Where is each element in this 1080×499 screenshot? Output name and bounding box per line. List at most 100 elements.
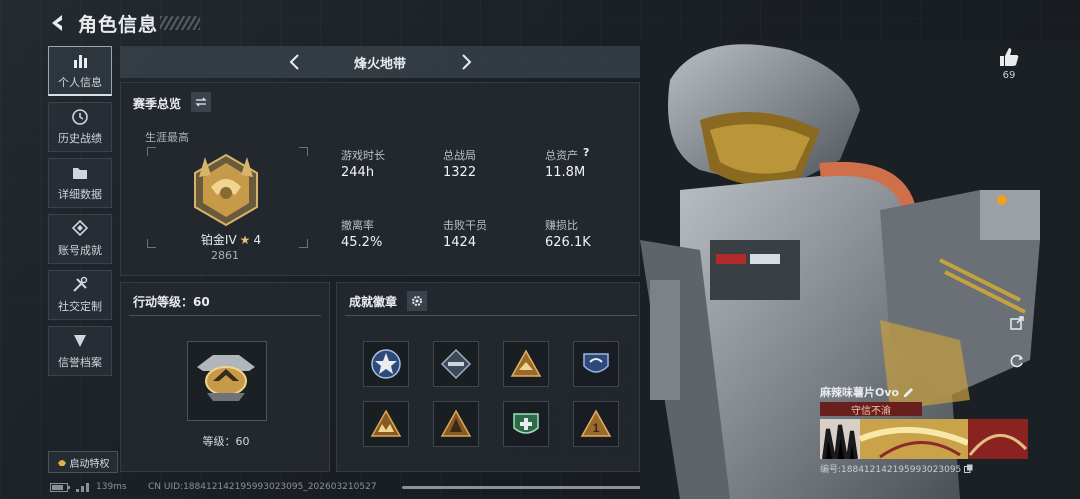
edit-icon[interactable] — [903, 387, 914, 398]
rank-score: 2861 — [211, 249, 239, 262]
triangle-badge-icon — [510, 349, 542, 377]
sidebar-item-achievements[interactable]: 账号成就 — [48, 214, 112, 264]
refresh-button[interactable] — [1006, 350, 1028, 372]
stat-value: 1322 — [443, 165, 477, 180]
career-high-label: 生涯最高 — [145, 131, 189, 144]
reputation-label: 守信不渝 — [851, 405, 891, 417]
stat-label: 撤离率 — [341, 219, 374, 232]
sidebar-item-label: 历史战绩 — [58, 132, 102, 145]
frame-corner — [147, 147, 156, 156]
badge-slot[interactable] — [433, 401, 479, 447]
frame-corner — [147, 239, 156, 248]
player-name: 麻辣味薯片Ovo — [820, 386, 900, 399]
frame-corner — [299, 147, 308, 156]
badge-slot[interactable] — [363, 401, 409, 447]
player-id: 编号:18841214219599302309​5 — [820, 465, 962, 475]
rank-emblem-icon — [194, 153, 258, 227]
action-level-title: 行动等级：60 — [133, 295, 210, 309]
sidebar-item-label: 详细数据 — [58, 188, 102, 201]
share-button[interactable] — [1006, 312, 1028, 334]
stat-value: 626.1K — [545, 235, 591, 250]
stat-value: 45.2% — [341, 235, 383, 250]
rank-line: 铂金IV ★ 4 — [191, 231, 271, 248]
stat-value: 1424 — [443, 235, 477, 250]
sidebar-item-label: 信誉档案 — [58, 356, 102, 369]
player-id-row: 编号:18841214219599302309​5 — [820, 462, 973, 475]
map-selector: 烽火地带 — [120, 46, 640, 78]
season-title: 赛季总览 — [133, 97, 182, 111]
badge-slot[interactable] — [503, 341, 549, 387]
divider — [345, 315, 637, 316]
gear-icon — [412, 296, 422, 306]
stat-label: 击败干员 — [443, 219, 487, 232]
stat-label: 总资产 — [545, 149, 578, 162]
rank-stars: 4 — [253, 232, 262, 247]
shield-icon — [74, 335, 86, 347]
thumbs-up-icon — [1000, 48, 1019, 66]
achievement-icon — [71, 220, 89, 237]
like-button[interactable]: 69 — [998, 46, 1020, 81]
chevron-right-icon[interactable] — [456, 52, 476, 72]
map-name: 烽火地带 — [353, 56, 406, 72]
help-icon[interactable]: ? — [583, 146, 589, 159]
medic-badge-icon — [513, 413, 539, 434]
level-emblem-icon — [197, 355, 255, 401]
badge-slot[interactable] — [573, 341, 619, 387]
sidebar-item-label: 个人信息 — [58, 75, 102, 89]
copy-icon[interactable] — [964, 464, 973, 473]
badge-slot[interactable] — [433, 341, 479, 387]
achievements-title: 成就徽章 — [349, 295, 398, 309]
badge-slot[interactable]: 1 — [573, 401, 619, 447]
season-swap-button[interactable] — [191, 92, 211, 112]
frame-corner — [299, 239, 308, 248]
history-icon — [72, 109, 88, 125]
header: 角色信息 — [48, 8, 158, 38]
folder-icon — [73, 168, 87, 179]
level-label: 等级：60 — [202, 435, 250, 448]
weapon-badge-icon — [440, 348, 472, 380]
swap-icon — [195, 97, 207, 107]
sidebar-item-reputation[interactable]: 信誉档案 — [48, 326, 112, 376]
back-arrow-icon[interactable] — [48, 13, 68, 33]
player-name-row: 麻辣味薯片Ovo — [820, 384, 914, 400]
stat-label: 赚损比 — [545, 219, 578, 232]
chevron-left-icon[interactable] — [285, 52, 305, 72]
sidebar-item-social[interactable]: 社交定制 — [48, 270, 112, 320]
stat-label: 总战局 — [443, 149, 476, 162]
sidebar-item-history[interactable]: 历史战绩 — [48, 102, 112, 152]
badge-slot[interactable] — [363, 341, 409, 387]
sidebar-item-details[interactable]: 详细数据 — [48, 158, 112, 208]
badge-slot[interactable] — [503, 401, 549, 447]
sidebar-item-profile[interactable]: 个人信息 — [48, 46, 112, 96]
perk-icon — [57, 460, 66, 466]
season-overview-panel: 赛季总览 生涯最高 铂金IV ★ 4 2861 游戏时长 244h 总战局 13… — [120, 82, 640, 276]
svg-text:1: 1 — [593, 421, 600, 435]
reputation-badge: 守信不渝 — [820, 402, 922, 417]
title-decoration — [160, 16, 200, 30]
achievement-settings-button[interactable] — [407, 291, 427, 311]
stat-value: 11.8M — [545, 165, 586, 180]
rank-name: 铂金IV — [200, 233, 237, 247]
star-icon: ★ — [239, 232, 251, 247]
page-title: 角色信息 — [78, 13, 159, 36]
launch-perk-label: 启动特权 — [69, 458, 110, 470]
triangle-badge-icon — [440, 409, 472, 437]
status-bar: 139ms — [50, 482, 127, 492]
launch-perk-button[interactable]: 启动特权 — [48, 451, 118, 473]
triangle-badge-icon: 1 — [580, 409, 612, 437]
triangle-badge-icon — [370, 409, 402, 437]
sidebar-item-label: 社交定制 — [58, 300, 102, 313]
tools-icon — [73, 276, 88, 292]
signal-icon — [76, 482, 89, 492]
shield-badge-icon — [583, 353, 609, 373]
ping-value: 139ms — [96, 482, 127, 492]
player-card-banner[interactable] — [820, 419, 1028, 459]
star-badge-icon — [371, 349, 401, 379]
stat-value: 244h — [341, 165, 375, 180]
bar-chart-icon — [74, 54, 87, 68]
sidebar-item-label: 账号成就 — [58, 244, 102, 257]
refresh-icon — [1010, 354, 1023, 368]
achievements-panel: 成就徽章 1 — [336, 282, 640, 472]
like-count: 69 — [1002, 70, 1016, 81]
divider — [129, 315, 321, 316]
